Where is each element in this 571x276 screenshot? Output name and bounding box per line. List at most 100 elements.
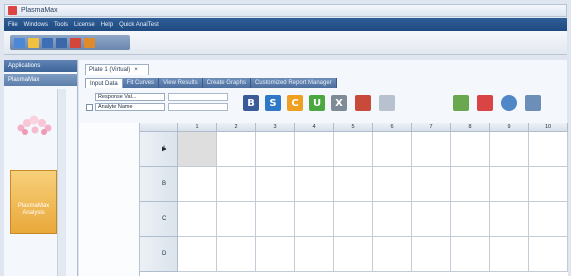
close-icon[interactable]: × xyxy=(134,67,138,73)
well-cell[interactable] xyxy=(490,167,529,202)
well-cell[interactable] xyxy=(295,167,334,202)
response-select[interactable]: Response Val... xyxy=(95,93,165,101)
well-cell[interactable] xyxy=(412,237,451,272)
menu-quick[interactable]: Quick AnalTest xyxy=(119,22,159,28)
well-cell[interactable] xyxy=(412,202,451,237)
analyte-field[interactable] xyxy=(168,103,228,111)
save-icon[interactable] xyxy=(42,37,53,48)
row-header-b[interactable]: B xyxy=(140,167,178,202)
tab-create-graphs[interactable]: Create Graphs xyxy=(202,78,251,88)
row-header-d[interactable]: D xyxy=(140,237,178,272)
unknown-button[interactable]: U xyxy=(309,95,325,111)
well-cell[interactable] xyxy=(217,167,256,202)
well-cell[interactable] xyxy=(334,202,373,237)
well-cell[interactable] xyxy=(451,132,490,167)
menu-help[interactable]: Help xyxy=(101,22,113,28)
analyte-checkbox[interactable] xyxy=(86,104,93,111)
well-cell[interactable] xyxy=(178,202,217,237)
toolbar-strip xyxy=(10,35,130,50)
blank-button[interactable]: B xyxy=(243,95,259,111)
well-cell[interactable] xyxy=(295,237,334,272)
well-cell[interactable] xyxy=(178,132,217,167)
sidebar-scrollbar[interactable] xyxy=(57,89,66,276)
well-cell[interactable] xyxy=(217,237,256,272)
well-cell[interactable] xyxy=(490,132,529,167)
new-icon[interactable] xyxy=(14,37,25,48)
well-cell[interactable] xyxy=(295,132,334,167)
col-header[interactable]: 4 xyxy=(295,123,334,132)
dilution-icon[interactable] xyxy=(355,95,371,111)
exclude-button[interactable]: X xyxy=(331,95,347,111)
col-header[interactable]: 3 xyxy=(256,123,295,132)
well-cell[interactable] xyxy=(451,167,490,202)
well-cell[interactable] xyxy=(529,202,568,237)
title-bar: PlasmaMax xyxy=(4,4,567,17)
tab-fit-curves[interactable]: Fit Curves xyxy=(122,78,160,88)
well-cell[interactable] xyxy=(295,202,334,237)
well-cell[interactable] xyxy=(334,167,373,202)
sidebar-item-plasmamax[interactable]: PlasmaMax xyxy=(4,74,77,86)
palette-icon[interactable] xyxy=(453,95,469,111)
well-list-panel xyxy=(79,123,140,276)
well-cell[interactable] xyxy=(412,167,451,202)
well-cell[interactable] xyxy=(529,237,568,272)
menu-license[interactable]: License xyxy=(74,22,95,28)
open-icon[interactable] xyxy=(28,37,39,48)
filter-icon[interactable] xyxy=(70,37,81,48)
control-button[interactable]: C xyxy=(287,95,303,111)
well-cell[interactable] xyxy=(373,167,412,202)
main-area: Plate 1 (Virtual) × Input Data Fit Curve… xyxy=(79,60,568,276)
tool-icon[interactable] xyxy=(84,37,95,48)
well-cell[interactable] xyxy=(529,167,568,202)
tab-report-manager[interactable]: Customized Report Manager xyxy=(250,78,337,88)
analyte-select[interactable]: Analyte Name xyxy=(95,103,165,111)
comment-icon[interactable] xyxy=(501,95,517,111)
tab-input-data[interactable]: Input Data xyxy=(85,78,123,88)
document-tab[interactable]: Plate 1 (Virtual) × xyxy=(85,64,149,75)
flask-icon[interactable] xyxy=(477,95,493,111)
col-header[interactable]: 8 xyxy=(451,123,490,132)
well-cell[interactable] xyxy=(256,132,295,167)
well-cell[interactable] xyxy=(178,167,217,202)
app-icon xyxy=(8,6,17,15)
well-cell[interactable] xyxy=(334,237,373,272)
well-cell[interactable] xyxy=(490,202,529,237)
analysis-card[interactable]: PlasmaMax Analysis xyxy=(10,170,57,234)
well-cell[interactable] xyxy=(217,202,256,237)
well-cell[interactable] xyxy=(529,132,568,167)
menu-tools[interactable]: Tools xyxy=(54,22,68,28)
print-icon[interactable] xyxy=(525,95,541,111)
row-header-a[interactable]: ▶ A xyxy=(140,132,178,167)
save-all-icon[interactable] xyxy=(56,37,67,48)
menu-windows[interactable]: Windows xyxy=(24,22,48,28)
col-header[interactable]: 2 xyxy=(217,123,256,132)
response-field[interactable] xyxy=(168,93,228,101)
well-cell[interactable] xyxy=(178,237,217,272)
well-cell[interactable] xyxy=(451,237,490,272)
well-cell[interactable] xyxy=(490,237,529,272)
plate-grid: 1 2 3 4 5 6 7 8 9 10 ▶ A B C D xyxy=(139,123,568,276)
tab-view-results[interactable]: View Results xyxy=(159,78,203,88)
col-header[interactable]: 10 xyxy=(529,123,568,132)
col-header[interactable]: 1 xyxy=(178,123,217,132)
well-cell[interactable] xyxy=(412,132,451,167)
col-header[interactable]: 9 xyxy=(490,123,529,132)
col-header[interactable]: 6 xyxy=(373,123,412,132)
well-cell[interactable] xyxy=(373,132,412,167)
row-label: D xyxy=(162,251,167,257)
well-cell[interactable] xyxy=(217,132,256,167)
menu-file[interactable]: File xyxy=(8,22,18,28)
well-cell[interactable] xyxy=(373,202,412,237)
well-cell[interactable] xyxy=(256,237,295,272)
sidebar-header-label: Applications xyxy=(8,63,41,69)
well-cell[interactable] xyxy=(256,202,295,237)
col-header[interactable]: 7 xyxy=(412,123,451,132)
row-header-c[interactable]: C xyxy=(140,202,178,237)
well-cell[interactable] xyxy=(451,202,490,237)
well-cell[interactable] xyxy=(256,167,295,202)
well-cell[interactable] xyxy=(373,237,412,272)
well-cell[interactable] xyxy=(334,132,373,167)
corner-cell xyxy=(140,123,178,132)
standard-button[interactable]: S xyxy=(265,95,281,111)
col-header[interactable]: 5 xyxy=(334,123,373,132)
